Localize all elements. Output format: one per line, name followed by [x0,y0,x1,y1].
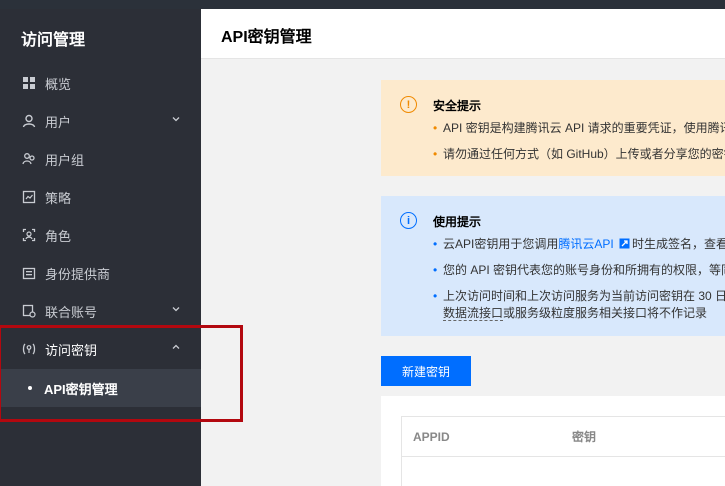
new-key-button[interactable]: 新建密钥 [381,356,471,386]
external-link-icon[interactable] [619,238,630,249]
sidebar-item-label: 用户 [45,114,72,130]
table-header: APPID 密钥 [401,416,725,457]
page-header: API密钥管理 [201,9,725,59]
user-group-icon [22,152,36,166]
security-notice-line: • API 密钥是构建腾讯云 API 请求的重要凭证，使用腾讯 [433,121,725,135]
sidebar-item-label: 概览 [45,76,72,92]
usage-notice-line: 数据流接口或服务级粒度服务相关接口将不作记录 [443,306,708,321]
sidebar-item-label: 用户组 [45,152,85,168]
chevron-down-icon[interactable] [171,114,181,124]
usage-notice-line: • 上次访问时间和上次访问服务为当前访问密钥在 30 日 [433,289,725,303]
role-icon [22,228,36,242]
tencent-cloud-api-link[interactable]: 腾讯云API [558,237,613,251]
column-header-key: 密钥 [572,430,597,444]
keys-table: APPID 密钥 [381,396,725,486]
policy-icon [22,190,36,204]
usage-notice: i 使用提示 • 云API密钥用于您调用腾讯云API 时生成签名，查看 • 您的 A… [381,196,725,336]
page-title: API密钥管理 [221,29,312,46]
grid-icon [22,76,36,90]
sidebar-title: 访问管理 [21,32,86,49]
data-stream-api-term[interactable]: 数据流接口 [443,306,504,321]
user-icon [22,114,36,128]
federated-account-icon [22,304,36,318]
security-notice: ! 安全提示 • API 密钥是构建腾讯云 API 请求的重要凭证，使用腾讯 • 请… [381,80,725,176]
security-notice-title: 安全提示 [433,99,482,113]
chevron-down-icon[interactable] [171,304,181,314]
security-notice-line: • 请勿通过任何方式（如 GitHub）上传或者分享您的密钥 [433,147,725,161]
usage-notice-line: • 云API密钥用于您调用腾讯云API 时生成签名，查看 [433,237,725,251]
sidebar-item-user-groups[interactable]: 用户组 [0,140,201,178]
sidebar-item-policies[interactable]: 策略 [0,178,201,216]
sidebar-item-roles[interactable]: 角色 [0,216,201,254]
sidebar-item-label: 策略 [45,190,72,206]
sidebar-item-label: 联合账号 [45,304,98,320]
highlight-annotation [0,325,243,422]
sidebar-item-label: 身份提供商 [45,266,111,282]
sidebar-item-identity-providers[interactable]: 身份提供商 [0,254,201,292]
info-icon: i [400,212,417,229]
column-header-appid: APPID [413,429,450,444]
warning-icon: ! [400,96,417,113]
top-bar [0,0,725,9]
sidebar-item-label: 角色 [45,228,72,244]
usage-notice-title: 使用提示 [433,215,482,229]
usage-notice-line: • 您的 API 密钥代表您的账号身份和所拥有的权限，等同 [433,263,725,277]
table-body [401,456,725,486]
sidebar-item-overview[interactable]: 概览 [0,64,201,102]
identity-provider-icon [22,266,36,280]
sidebar-item-users[interactable]: 用户 [0,102,201,140]
